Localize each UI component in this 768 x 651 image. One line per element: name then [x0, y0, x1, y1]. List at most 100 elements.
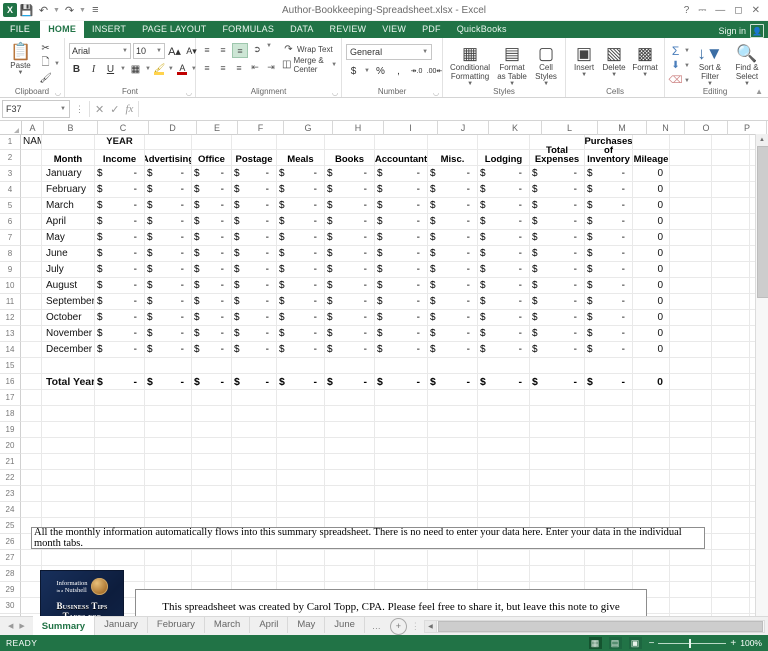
table-row[interactable] — [21, 358, 768, 374]
currency-cell[interactable]: $- — [530, 262, 585, 277]
cell-empty[interactable] — [530, 470, 585, 485]
currency-cell[interactable]: $- — [428, 294, 478, 309]
horizontal-scroll-thumb[interactable] — [438, 621, 763, 632]
cell-empty[interactable] — [325, 454, 375, 469]
table-row[interactable] — [21, 422, 768, 438]
currency-cell[interactable]: $- — [375, 262, 428, 277]
cell-empty[interactable] — [232, 422, 277, 437]
zoom-out-button[interactable]: − — [649, 638, 655, 649]
underline-dropdown-icon[interactable]: ▼ — [120, 66, 126, 72]
cell-empty[interactable] — [21, 438, 42, 453]
cell-empty[interactable] — [21, 486, 42, 501]
cell-empty[interactable] — [277, 486, 325, 501]
currency-cell[interactable]: $- — [428, 182, 478, 197]
column-header-p[interactable]: P — [728, 121, 767, 135]
row-header-26[interactable]: 26 — [0, 534, 21, 550]
row-header-6[interactable]: 6 — [0, 214, 21, 230]
cell-empty[interactable] — [670, 134, 712, 149]
month-cell[interactable]: January — [42, 166, 95, 181]
cell-empty[interactable] — [585, 438, 633, 453]
format-cells-button[interactable]: ▩ Format ▼ — [630, 42, 660, 78]
page-break-preview-icon[interactable]: ▣ — [629, 637, 642, 649]
cell-empty[interactable] — [478, 470, 530, 485]
column-title-month[interactable]: Month — [42, 137, 95, 165]
cell-empty[interactable] — [325, 502, 375, 517]
row-header-3[interactable]: 3 — [0, 166, 21, 182]
currency-cell[interactable]: $- — [232, 294, 277, 309]
column-header-d[interactable]: D — [149, 121, 197, 135]
sheet-tab-march[interactable]: March — [205, 615, 250, 633]
currency-cell[interactable]: $- — [192, 182, 232, 197]
currency-cell[interactable]: $- — [95, 342, 145, 357]
cell-empty[interactable] — [95, 422, 145, 437]
currency-cell[interactable]: $- — [145, 166, 192, 181]
month-cell[interactable]: September — [42, 294, 95, 309]
cell-empty[interactable] — [670, 342, 712, 357]
fill-button[interactable]: ⬇▼ — [669, 59, 690, 72]
currency-cell[interactable]: $- — [277, 326, 325, 341]
cell-empty[interactable] — [670, 390, 712, 405]
cell-empty[interactable] — [712, 406, 750, 421]
sheet-prev-icon[interactable]: ◀ — [8, 622, 13, 630]
mileage-cell[interactable]: 0 — [633, 326, 670, 341]
currency-cell[interactable]: $- — [325, 294, 375, 309]
cell-empty[interactable] — [325, 406, 375, 421]
column-header-c[interactable]: C — [98, 121, 149, 135]
cell-empty[interactable] — [95, 358, 145, 373]
window-controls[interactable]: ? ⎓ — ◻ ✕ — [684, 5, 768, 16]
currency-cell[interactable]: $- — [530, 278, 585, 293]
increase-font-size-button[interactable]: A▴ — [167, 44, 182, 58]
currency-cell[interactable]: $- — [95, 326, 145, 341]
currency-cell[interactable]: $- — [277, 214, 325, 229]
cell-empty[interactable] — [21, 198, 42, 213]
currency-cell[interactable]: $- — [232, 326, 277, 341]
cell-empty[interactable] — [428, 454, 478, 469]
cell-empty[interactable] — [478, 358, 530, 373]
table-row[interactable]: October$-$-$-$-$-$-$-$-$-$-$-0 — [21, 310, 768, 326]
cell-empty[interactable] — [428, 390, 478, 405]
column-title-income[interactable]: Income — [95, 137, 145, 165]
cell-empty[interactable] — [192, 486, 232, 501]
currency-cell[interactable]: $- — [232, 246, 277, 261]
cell-empty[interactable] — [585, 422, 633, 437]
total-mileage-cell[interactable]: 0 — [633, 374, 670, 389]
currency-cell[interactable]: $- — [375, 342, 428, 357]
row-headers[interactable]: 1234567891011121314151617181920212223242… — [0, 134, 21, 616]
cell-empty[interactable] — [277, 422, 325, 437]
find-select-button[interactable]: 🔍 Find & Select ▼ — [730, 42, 764, 87]
currency-cell[interactable]: $- — [277, 166, 325, 181]
decrease-indent-button[interactable]: ⇤ — [248, 61, 262, 74]
font-name-dropdown-icon[interactable]: ▼ — [119, 48, 128, 54]
row-header-7[interactable]: 7 — [0, 230, 21, 246]
merge-center-dropdown-icon[interactable]: ▼ — [331, 62, 337, 68]
currency-cell[interactable]: $- — [232, 310, 277, 325]
cell-empty[interactable] — [21, 406, 42, 421]
row-header-12[interactable]: 12 — [0, 310, 21, 326]
cell-empty[interactable] — [21, 246, 42, 261]
cell-empty[interactable] — [42, 358, 95, 373]
sheet-tab-june[interactable]: June — [325, 615, 365, 633]
tab-insert[interactable]: INSERT — [84, 21, 134, 38]
insert-cells-button[interactable]: ▣ Insert ▼ — [570, 42, 598, 78]
cell-empty[interactable] — [192, 406, 232, 421]
copy-dropdown-icon[interactable]: ▼ — [54, 61, 60, 67]
currency-cell[interactable]: $- — [478, 182, 530, 197]
table-row[interactable] — [21, 550, 768, 566]
currency-cell[interactable]: $- — [192, 310, 232, 325]
row-header-15[interactable]: 15 — [0, 358, 21, 374]
table-row[interactable]: MonthIncomeAdvertisingOfficePostageMeals… — [21, 150, 768, 166]
currency-cell[interactable]: $- — [232, 198, 277, 213]
currency-cell[interactable]: $- — [277, 310, 325, 325]
cell-empty[interactable] — [712, 134, 750, 149]
cell-empty[interactable] — [325, 358, 375, 373]
accounting-dropdown-icon[interactable]: ▼ — [364, 68, 370, 74]
table-row[interactable]: August$-$-$-$-$-$-$-$-$-$-$-0 — [21, 278, 768, 294]
row-header-16[interactable]: 16 — [0, 374, 21, 390]
cut-button[interactable]: ✂ — [39, 42, 60, 55]
column-header-n[interactable]: N — [647, 121, 685, 135]
currency-cell[interactable]: $- — [325, 166, 375, 181]
zoom-slider-track[interactable] — [658, 643, 726, 644]
currency-cell[interactable]: $- — [145, 198, 192, 213]
cell-empty[interactable] — [670, 406, 712, 421]
cell-empty[interactable] — [95, 406, 145, 421]
